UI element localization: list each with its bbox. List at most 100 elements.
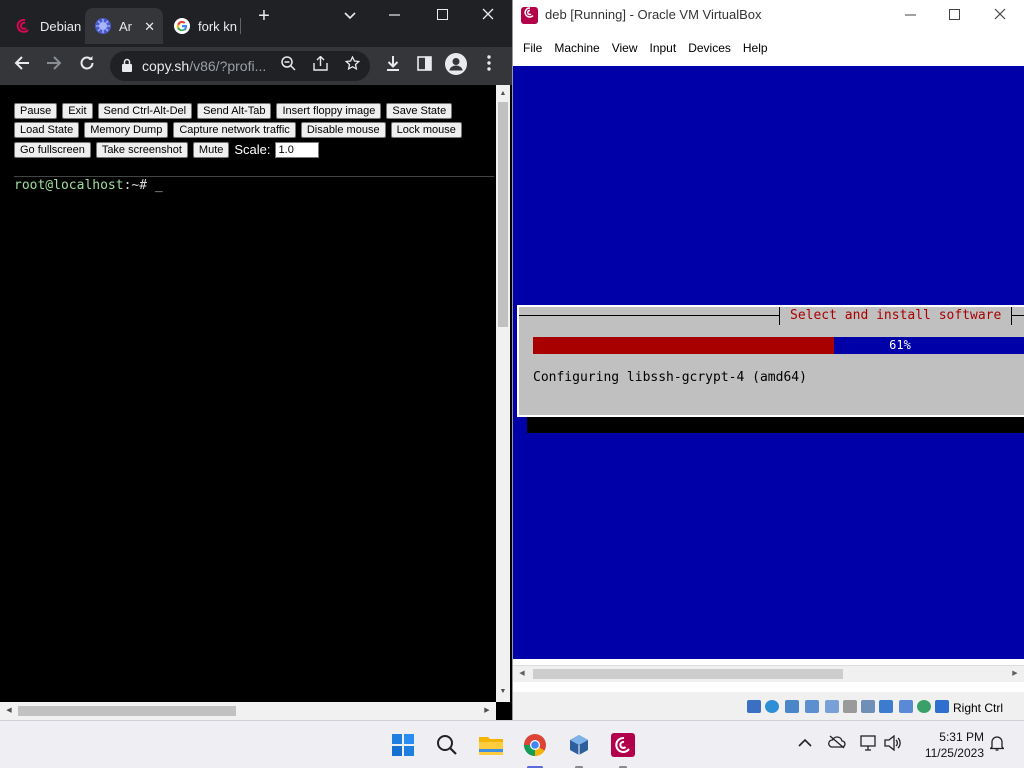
lock-mouse-button[interactable]: Lock mouse [390,122,462,139]
capture-network-button[interactable]: Capture network traffic [173,122,296,139]
tab-strip: Debian Ar ✕ fork kn + [0,0,512,47]
take-screenshot-button[interactable]: Take screenshot [95,141,188,158]
address-bar[interactable]: copy.sh/v86/?profi... [110,51,370,81]
file-explorer-icon[interactable] [476,730,506,760]
menu-kebab-icon[interactable] [476,53,502,79]
insert-floppy-button[interactable]: Insert floppy image [276,102,382,119]
vbox-maximize-button[interactable] [939,4,969,26]
tab-fork[interactable]: fork kn [164,8,240,44]
notification-bell-icon[interactable] [988,735,1006,755]
clock-date: 11/25/2023 [924,746,984,760]
shared-folders-icon[interactable] [843,700,857,713]
memory-dump-button[interactable]: Memory Dump [84,122,169,139]
install-progress-bar: 61% [533,337,1024,354]
system-clock[interactable]: 5:31 PM 11/25/2023 [912,729,984,761]
search-icon[interactable] [432,730,462,760]
back-icon[interactable] [9,53,35,79]
v86-icon [95,18,111,34]
lock-icon[interactable] [122,58,132,72]
vbox-close-button[interactable] [985,4,1015,26]
scroll-right-icon[interactable]: ▶ [1009,668,1021,680]
minimize-button[interactable] [380,6,408,26]
vbox-minimize-button[interactable] [895,4,925,26]
new-tab-button[interactable]: + [250,6,278,26]
network-icon[interactable] [805,700,819,713]
terminal-divider [14,176,494,177]
display-icon[interactable] [861,700,875,713]
bookmark-star-icon[interactable] [340,54,364,78]
network-monitor-icon[interactable] [860,735,878,755]
menu-file[interactable]: File [523,41,542,55]
close-tab-icon[interactable]: ✕ [144,19,155,35]
debian-swirl-icon [16,18,32,34]
usb-icon[interactable] [825,700,839,713]
close-window-button[interactable] [474,6,502,26]
scroll-down-icon[interactable]: ▼ [496,685,510,699]
scroll-thumb[interactable] [18,706,236,716]
page-vertical-scrollbar[interactable]: ▲ ▼ [496,85,510,702]
scroll-up-icon[interactable]: ▲ [496,87,510,101]
share-icon[interactable] [308,54,332,78]
clock-time: 5:31 PM [939,730,984,744]
exit-button[interactable]: Exit [62,102,93,119]
windows-taskbar: 5:31 PM 11/25/2023 [0,720,1024,768]
vbox-title-bar: deb [Running] - Oracle VM VirtualBox [513,0,1024,30]
chrome-icon[interactable] [520,730,550,760]
prompt-rest: :~# _ [123,178,163,193]
virtualbox-icon[interactable] [564,730,594,760]
tab-v86[interactable]: Ar ✕ [85,8,163,44]
chevron-up-icon[interactable] [798,735,812,752]
tab-debian[interactable]: Debian [6,8,84,44]
mute-button[interactable]: Mute [192,141,230,158]
hard-disk-icon[interactable] [747,700,761,713]
send-alt-tab-button[interactable]: Send Alt-Tab [197,102,272,119]
scroll-left-icon[interactable]: ◀ [516,668,528,680]
url-text: copy.sh/v86/?profi... [142,58,267,74]
mouse-integration-icon[interactable] [917,700,931,713]
zoom-icon[interactable] [276,54,300,78]
reload-icon[interactable] [74,53,100,79]
disable-mouse-button[interactable]: Disable mouse [300,122,386,139]
side-panel-icon[interactable] [411,53,437,79]
virtualization-icon[interactable] [899,700,913,713]
debian-icon[interactable] [608,730,638,760]
maximize-button[interactable] [428,6,456,26]
scroll-thumb[interactable] [533,669,843,679]
audio-icon[interactable] [785,700,799,713]
menu-help[interactable]: Help [743,41,768,55]
keyboard-capture-icon[interactable] [935,700,949,713]
vbox-horizontal-scrollbar[interactable]: ◀ ▶ [513,665,1024,682]
download-icon[interactable] [380,53,406,79]
scroll-thumb[interactable] [498,102,508,327]
tab-label: Ar [119,18,132,34]
scroll-right-icon[interactable]: ▶ [480,704,494,718]
page-horizontal-scrollbar[interactable]: ◀ ▶ [0,702,496,720]
menu-devices[interactable]: Devices [688,41,731,55]
prompt-user: root@localhost [14,178,124,193]
scale-input[interactable] [274,141,319,158]
video-capture-icon[interactable] [879,700,893,713]
menu-machine[interactable]: Machine [554,41,599,55]
v86-page: Pause Exit Send Ctrl-Alt-Del Send Alt-Ta… [0,85,512,720]
terminal-screen[interactable]: root@localhost:~# _ [14,178,163,193]
tab-label: Debian [40,18,82,34]
go-fullscreen-button[interactable]: Go fullscreen [14,141,91,158]
onedrive-offline-icon[interactable] [828,735,846,753]
send-ctrl-alt-del-button[interactable]: Send Ctrl-Alt-Del [97,102,193,119]
menu-input[interactable]: Input [650,41,677,55]
forward-icon[interactable] [41,53,67,79]
volume-icon[interactable] [884,734,902,755]
v86-controls: Pause Exit Send Ctrl-Alt-Del Send Alt-Ta… [14,101,494,160]
host-key-label: Right Ctrl [953,701,1004,715]
load-state-button[interactable]: Load State [14,122,80,139]
profile-avatar-icon[interactable] [443,53,469,79]
save-state-button[interactable]: Save State [386,102,453,119]
installer-dialog: Select and install software 61% Configur… [517,305,1024,417]
optical-drive-icon[interactable] [765,700,779,713]
pause-button[interactable]: Pause [14,102,58,119]
windows-start-icon[interactable] [388,730,418,760]
scroll-left-icon[interactable]: ◀ [2,704,16,718]
tab-search-icon[interactable] [336,6,364,26]
menu-view[interactable]: View [612,41,638,55]
vm-display[interactable]: Select and install software 61% Configur… [513,66,1024,659]
